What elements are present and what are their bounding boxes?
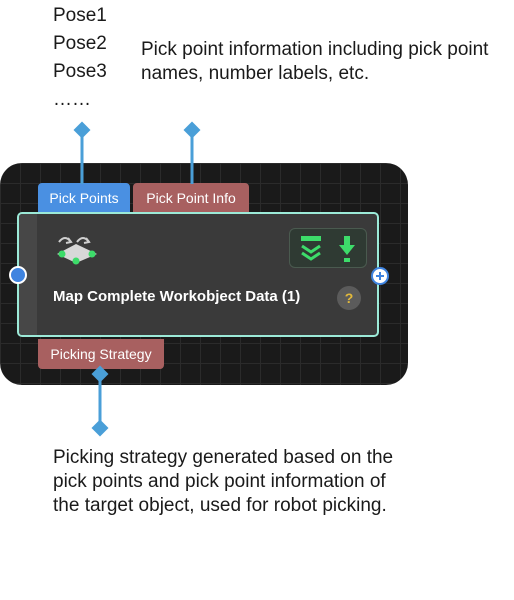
input-port-pick-points[interactable]: Pick Points	[38, 183, 130, 213]
connector-diamond-pick-point-info	[183, 121, 201, 139]
pose-list: Pose1 Pose2 Pose3 ……	[53, 2, 107, 114]
connector-diamond-picking-strategy-bottom	[91, 419, 109, 437]
picking-strategy-annotation: Picking strategy generated based on the …	[53, 447, 394, 516]
add-output-icon[interactable]	[371, 267, 389, 285]
download-arrow-icon	[339, 236, 355, 262]
input-port-pick-point-info[interactable]: Pick Point Info	[133, 183, 249, 213]
input-port-dot[interactable]	[9, 266, 27, 284]
help-icon[interactable]: ?	[337, 286, 361, 310]
node-title: Map Complete Workobject Data (1)	[53, 288, 301, 305]
node-status-box	[289, 228, 367, 268]
pick-point-info-annotation: Pick point information including pick po…	[141, 39, 489, 84]
pose-item: Pose3	[53, 61, 107, 82]
map-workobject-icon	[53, 232, 103, 271]
collapse-chevron-icon	[301, 236, 321, 261]
pose-item-ellipsis: ……	[53, 89, 91, 110]
pose-item: Pose2	[53, 33, 107, 54]
step-node[interactable]: Map Complete Workobject Data (1) ?	[17, 212, 379, 337]
connector-diamond-pick-points	[73, 121, 91, 139]
output-port-picking-strategy[interactable]: Picking Strategy	[38, 339, 164, 369]
pose-item: Pose1	[53, 5, 107, 26]
